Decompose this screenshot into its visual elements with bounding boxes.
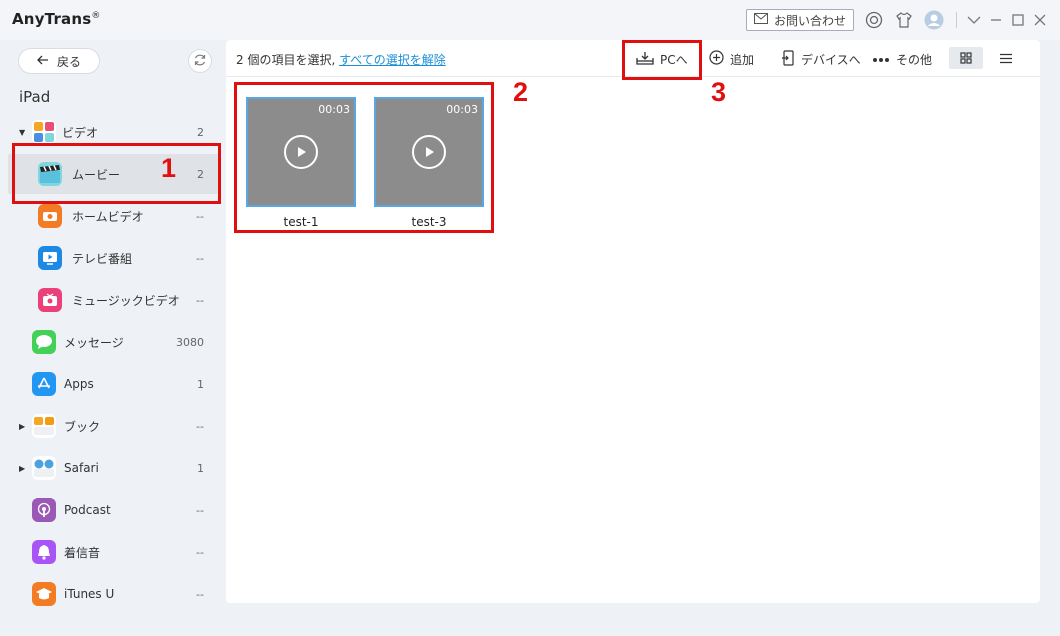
add-label: 追加 xyxy=(730,52,755,67)
sidebar-item-count: -- xyxy=(196,293,204,307)
sidebar-item-count: -- xyxy=(196,419,204,433)
sidebar-item-count: -- xyxy=(196,587,204,601)
home-video-icon xyxy=(38,204,62,228)
plus-circle-icon xyxy=(709,50,724,68)
annotation-number-1: 1 xyxy=(161,153,177,183)
sidebar-item-label: ビデオ xyxy=(62,125,99,140)
sidebar-item-count: -- xyxy=(196,545,204,559)
sidebar-item-label: ブック xyxy=(64,419,101,434)
selection-status: 2 個の項目を選択, すべての選択を解除 xyxy=(236,53,446,67)
graduation-cap-icon xyxy=(32,582,56,606)
sidebar-item-safari[interactable]: ▶ Safari 1 xyxy=(8,448,220,488)
back-label: 戻る xyxy=(56,54,81,69)
annotation-box-2 xyxy=(234,82,494,233)
expand-arrow-icon[interactable]: ▼ xyxy=(19,128,25,137)
arrow-left-icon xyxy=(37,54,49,68)
back-button[interactable]: 戻る xyxy=(18,48,100,74)
sidebar: 戻る iPad ▼ ビデオ 2 ムービー 2 ホームビデオ -- テレビ番組 -… xyxy=(8,40,220,628)
title-bar: AnyTrans® お問い合わせ xyxy=(0,0,1060,40)
sidebar-item-itunes-u[interactable]: iTunes U -- xyxy=(8,574,220,614)
sidebar-item-podcast[interactable]: Podcast -- xyxy=(8,490,220,530)
chevron-down-icon[interactable] xyxy=(964,10,984,30)
app-title: AnyTrans® xyxy=(12,10,101,28)
user-avatar-icon[interactable] xyxy=(924,10,944,30)
sidebar-item-label: テレビ番組 xyxy=(72,251,133,266)
contact-us-button[interactable]: お問い合わせ xyxy=(746,9,854,31)
to-device-button[interactable]: デバイスへ xyxy=(781,49,861,69)
sidebar-item-messages[interactable]: メッセージ 3080 xyxy=(8,322,220,362)
sidebar-item-tv-shows[interactable]: テレビ番組 -- xyxy=(8,238,220,278)
sidebar-item-label: iTunes U xyxy=(64,587,115,601)
sidebar-item-label: メッセージ xyxy=(64,335,124,350)
refresh-button[interactable] xyxy=(188,49,212,73)
skin-shirt-icon[interactable] xyxy=(894,10,914,30)
collapse-arrow-icon[interactable]: ▶ xyxy=(19,422,25,431)
to-device-label: デバイスへ xyxy=(801,52,861,67)
sidebar-item-books[interactable]: ▶ ブック -- xyxy=(8,406,220,446)
minimize-icon[interactable] xyxy=(986,10,1006,30)
sidebar-item-count: 2 xyxy=(197,125,204,139)
annotation-box-3 xyxy=(622,40,702,80)
sidebar-item-count: -- xyxy=(196,209,204,223)
to-device-icon xyxy=(781,49,795,69)
sidebar-item-count: -- xyxy=(196,251,204,265)
sidebar-item-label: ホームビデオ xyxy=(72,209,144,224)
sidebar-item-label: Apps xyxy=(64,377,94,391)
support-icon[interactable] xyxy=(864,10,884,30)
sidebar-item-count: 3080 xyxy=(176,335,204,349)
close-icon[interactable] xyxy=(1030,10,1050,30)
books-category-icon xyxy=(32,414,56,438)
refresh-icon xyxy=(193,52,207,71)
sidebar-item-label: Podcast xyxy=(64,503,111,517)
bell-icon xyxy=(32,540,56,564)
sidebar-item-count: -- xyxy=(196,503,204,517)
list-view-icon xyxy=(999,49,1013,68)
grid-view-icon xyxy=(960,49,972,68)
list-view-button[interactable] xyxy=(989,47,1023,69)
sidebar-item-apps[interactable]: Apps 1 xyxy=(8,364,220,404)
sidebar-item-label: ミュージックビデオ xyxy=(72,293,180,308)
contact-us-label: お問い合わせ xyxy=(773,13,846,28)
podcast-icon xyxy=(32,498,56,522)
messages-icon xyxy=(32,330,56,354)
annotation-number-3: 3 xyxy=(711,77,727,107)
sidebar-item-label: Safari xyxy=(64,461,99,475)
sidebar-item-count: 1 xyxy=(197,461,204,475)
add-button[interactable]: 追加 xyxy=(709,49,754,69)
music-video-icon xyxy=(38,288,62,312)
more-button[interactable]: その他 xyxy=(872,49,932,69)
mail-icon xyxy=(753,13,768,27)
safari-category-icon xyxy=(32,456,56,480)
sidebar-item-ringtones[interactable]: 着信音 -- xyxy=(8,532,220,572)
more-label: その他 xyxy=(896,52,933,67)
sidebar-item-music-video[interactable]: ミュージックビデオ -- xyxy=(8,280,220,320)
sidebar-item-label: 着信音 xyxy=(64,545,101,560)
device-name: iPad xyxy=(19,88,51,106)
annotation-number-2: 2 xyxy=(513,77,529,107)
grid-view-button[interactable] xyxy=(949,47,983,69)
deselect-all-link[interactable]: すべての選択を解除 xyxy=(339,53,446,67)
maximize-icon[interactable] xyxy=(1008,10,1028,30)
video-category-icon xyxy=(32,120,56,144)
sidebar-item-count: 1 xyxy=(197,377,204,391)
more-dots-icon xyxy=(872,52,890,66)
annotation-box-1 xyxy=(12,143,221,204)
title-divider xyxy=(952,10,960,30)
collapse-arrow-icon[interactable]: ▶ xyxy=(19,464,25,473)
tv-icon xyxy=(38,246,62,270)
app-store-icon xyxy=(32,372,56,396)
